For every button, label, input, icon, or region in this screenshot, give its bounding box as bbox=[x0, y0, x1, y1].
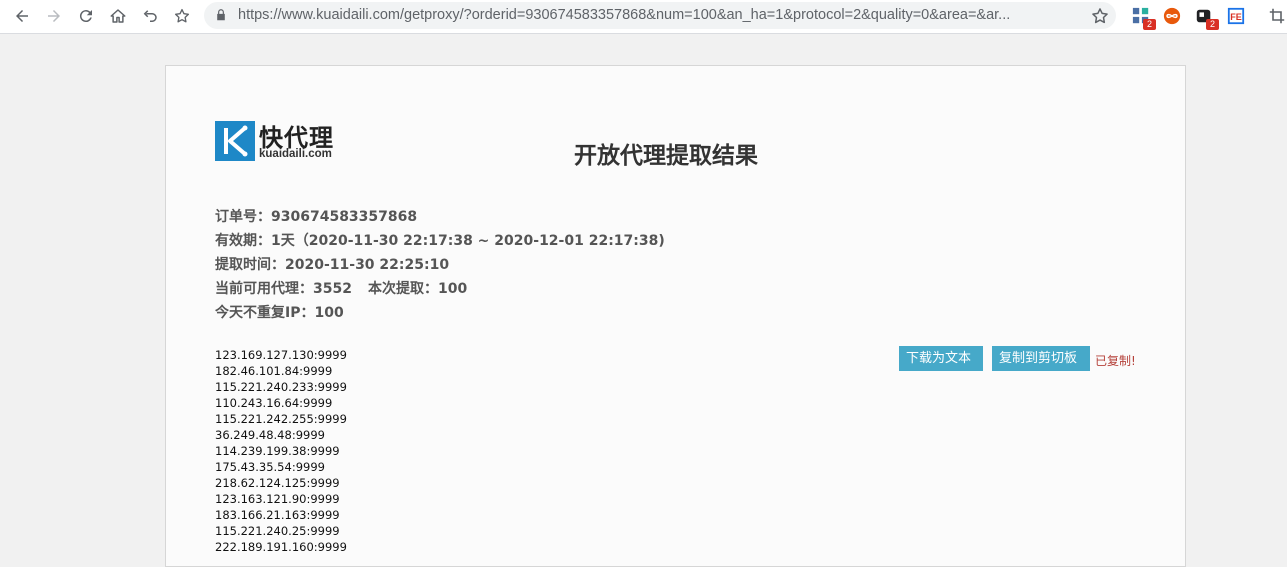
infinity-extension-button[interactable] bbox=[1162, 6, 1182, 26]
proxy-list-item: 114.239.199.38:9999 bbox=[215, 444, 340, 458]
browser-toolbar: https://www.kuaidaili.com/getproxy/?orde… bbox=[0, 0, 1287, 34]
this-extract-value: 100 bbox=[437, 281, 468, 297]
available-proxies-value: 3552 bbox=[313, 281, 352, 297]
extension-badge: 2 bbox=[1206, 19, 1219, 30]
extract-time-label: 提取时间： bbox=[215, 257, 285, 273]
address-bar[interactable]: https://www.kuaidaili.com/getproxy/?orde… bbox=[204, 2, 1116, 29]
proxy-list[interactable]: 123.169.127.130:9999 182.46.101.84:9999 11… bbox=[215, 347, 347, 555]
url-text: https://www.kuaidaili.com/getproxy/?orde… bbox=[238, 7, 1011, 23]
proxy-list-item: 115.221.242.255:9999 bbox=[215, 412, 347, 426]
proxy-list-item: 123.169.127.130:9999 bbox=[215, 348, 347, 362]
order-number-label: 订单号： bbox=[215, 209, 271, 225]
availability-line: 当前可用代理：3552 本次提取：100 bbox=[215, 277, 665, 301]
bookmark-star-icon[interactable] bbox=[1090, 6, 1110, 26]
proxy-list-item: 110.243.16.64:9999 bbox=[215, 396, 333, 410]
extension-grid-button[interactable]: 2 bbox=[1131, 6, 1156, 30]
proxy-list-item: 183.166.21.163:9999 bbox=[215, 508, 340, 522]
extract-time-line: 提取时间：2020-11-30 22:25:10 bbox=[215, 253, 665, 277]
order-info: 订单号：930674583357868 有效期：1天（2020-11-30 22… bbox=[215, 205, 665, 325]
site-logo[interactable]: 快代理 kuaidaili.com bbox=[215, 121, 345, 163]
lock-icon bbox=[217, 9, 225, 21]
unique-ip-line: 今天不重复IP：100 bbox=[215, 301, 665, 325]
extension-badge: 2 bbox=[1143, 19, 1156, 30]
reload-icon bbox=[79, 10, 92, 23]
proxy-list-item: 218.62.124.125:9999 bbox=[215, 476, 340, 490]
validity-value: 1天（2020-11-30 22:17:38 ~ 2020-12-01 22:1… bbox=[271, 233, 665, 249]
back-button[interactable] bbox=[10, 4, 34, 28]
copy-to-clipboard-button[interactable]: 复制到剪切板 bbox=[992, 346, 1090, 371]
home-button[interactable] bbox=[106, 4, 130, 28]
dark-extension-button[interactable]: 2 bbox=[1194, 6, 1219, 30]
download-text-button[interactable]: 下载为文本 bbox=[899, 346, 983, 371]
result-panel: 快代理 kuaidaili.com 开放代理提取结果 订单号：930674583… bbox=[165, 65, 1186, 567]
unique-ip-label: 今天不重复IP： bbox=[215, 305, 315, 321]
arrow-left-icon bbox=[16, 10, 28, 22]
order-number-line: 订单号：930674583357868 bbox=[215, 205, 665, 229]
proxy-list-item: 115.221.240.25:9999 bbox=[215, 524, 340, 538]
fe-extension-button[interactable]: FE bbox=[1226, 6, 1246, 26]
bookmark-page-button[interactable] bbox=[170, 4, 194, 28]
proxy-list-item: 115.221.240.233:9999 bbox=[215, 380, 347, 394]
star-outline-icon bbox=[174, 8, 190, 23]
logo-k-icon bbox=[215, 121, 255, 161]
undo-icon bbox=[143, 10, 157, 22]
proxy-list-item: 182.46.101.84:9999 bbox=[215, 364, 333, 378]
infinity-extension-icon bbox=[1163, 7, 1181, 25]
crop-extension-button[interactable] bbox=[1266, 6, 1287, 26]
page-title: 开放代理提取结果 bbox=[574, 143, 758, 169]
undo-button[interactable] bbox=[138, 4, 162, 28]
reload-button[interactable] bbox=[74, 4, 98, 28]
logo-domain: kuaidaili.com bbox=[259, 148, 332, 160]
validity-line: 有效期：1天（2020-11-30 22:17:38 ~ 2020-12-01 … bbox=[215, 229, 665, 253]
svg-text:FE: FE bbox=[1230, 12, 1242, 22]
validity-label: 有效期： bbox=[215, 233, 271, 249]
proxy-list-item: 175.43.35.54:9999 bbox=[215, 460, 325, 474]
proxy-list-item: 222.189.191.160:9999 bbox=[215, 540, 347, 554]
forward-button[interactable] bbox=[42, 4, 66, 28]
available-proxies-label: 当前可用代理： bbox=[215, 281, 313, 297]
this-extract-label: 本次提取： bbox=[367, 281, 438, 297]
crop-icon bbox=[1269, 8, 1284, 24]
order-number-value: 930674583357868 bbox=[271, 209, 418, 225]
copied-status: 已复制! bbox=[1095, 354, 1136, 368]
extract-time-value: 2020-11-30 22:25:10 bbox=[285, 257, 450, 273]
proxy-list-item: 36.249.48.48:9999 bbox=[215, 428, 325, 442]
arrow-right-icon bbox=[48, 10, 60, 22]
home-icon bbox=[110, 9, 126, 23]
fe-extension-icon: FE bbox=[1227, 7, 1245, 25]
proxy-list-item: 123.163.121.90:9999 bbox=[215, 492, 340, 506]
unique-ip-value: 100 bbox=[314, 305, 344, 321]
